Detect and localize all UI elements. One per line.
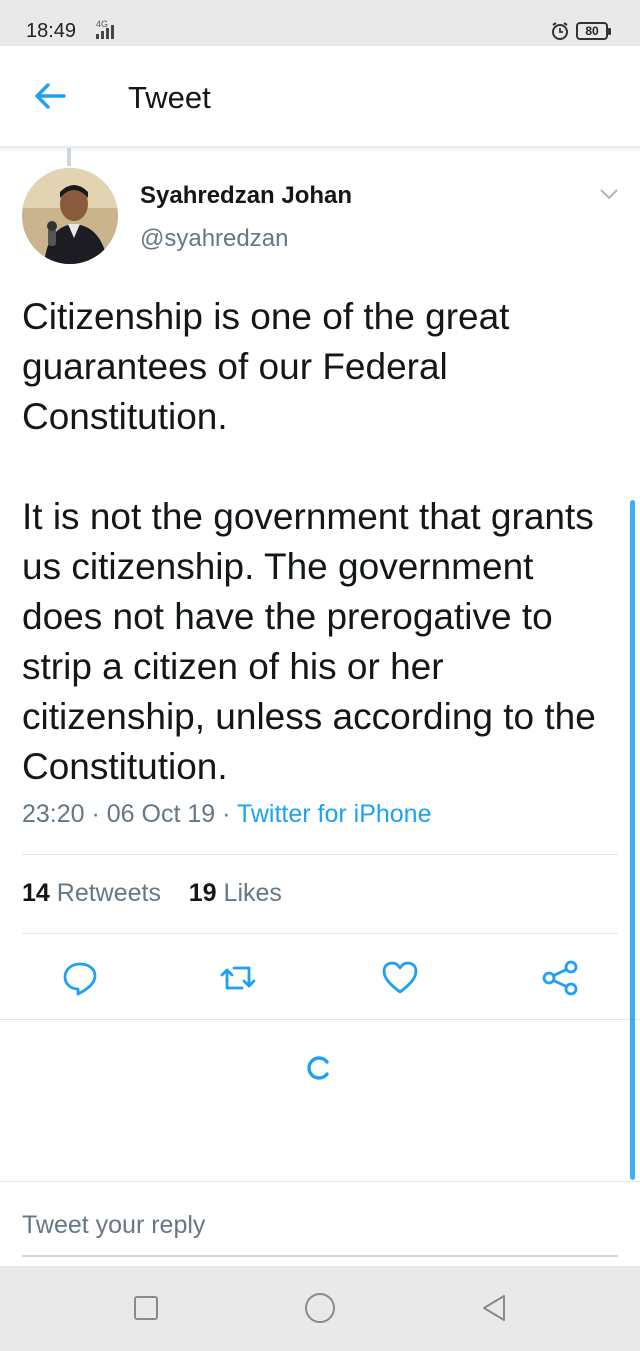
signal-icon: 4G — [96, 19, 114, 39]
likes-label: Likes — [223, 879, 282, 907]
tweet-timestamp: 23:20 · 06 Oct 19 · — [22, 800, 237, 828]
thread-connector — [67, 148, 71, 166]
navigation-bar — [0, 1266, 640, 1351]
share-icon[interactable] — [540, 958, 580, 998]
home-icon[interactable] — [304, 1292, 336, 1324]
like-count: 19 — [188, 879, 217, 907]
back-nav-icon[interactable] — [478, 1292, 510, 1324]
author-handle[interactable]: @syahredzan — [140, 225, 288, 253]
status-time: 18:49 — [26, 20, 77, 42]
status-bar: 18:49 4G 80 — [0, 0, 640, 46]
author-name[interactable]: Syahredzan Johan — [140, 182, 352, 210]
battery-indicator: 80 — [576, 22, 611, 40]
chevron-down-icon[interactable] — [598, 186, 620, 202]
alarm-icon — [552, 22, 568, 40]
tweet-meta: 23:20 · 06 Oct 19 · Twitter for iPhone — [22, 800, 431, 829]
loading-spinner-icon — [307, 1056, 329, 1080]
network-type-label: 4G — [96, 19, 108, 29]
retweet-count: 14 — [22, 879, 50, 907]
tweet-source-link[interactable]: Twitter for iPhone — [237, 800, 432, 828]
reply-icon[interactable] — [60, 958, 100, 998]
divider — [22, 854, 618, 855]
scrollbar[interactable] — [630, 500, 635, 1180]
app-header: Tweet — [0, 46, 640, 148]
tweet-text: Citizenship is one of the great guarante… — [22, 296, 596, 787]
arrow-left-icon[interactable] — [30, 78, 70, 114]
divider — [0, 1019, 640, 1020]
reply-input[interactable]: Tweet your reply — [22, 1211, 205, 1240]
recent-apps-icon[interactable] — [130, 1292, 162, 1324]
retweet-icon[interactable] — [218, 958, 258, 998]
tweet-stats: 14 Retweets 19 Likes — [22, 879, 282, 908]
reply-input-underline — [22, 1255, 618, 1257]
page-title: Tweet — [128, 80, 211, 115]
likes-stat[interactable]: 19 Likes — [189, 879, 282, 907]
avatar[interactable] — [22, 168, 118, 264]
divider — [0, 1181, 640, 1182]
divider — [22, 933, 618, 934]
retweets-label: Retweets — [56, 879, 161, 907]
like-icon[interactable] — [380, 958, 420, 998]
retweets-stat[interactable]: 14 Retweets — [22, 879, 161, 907]
